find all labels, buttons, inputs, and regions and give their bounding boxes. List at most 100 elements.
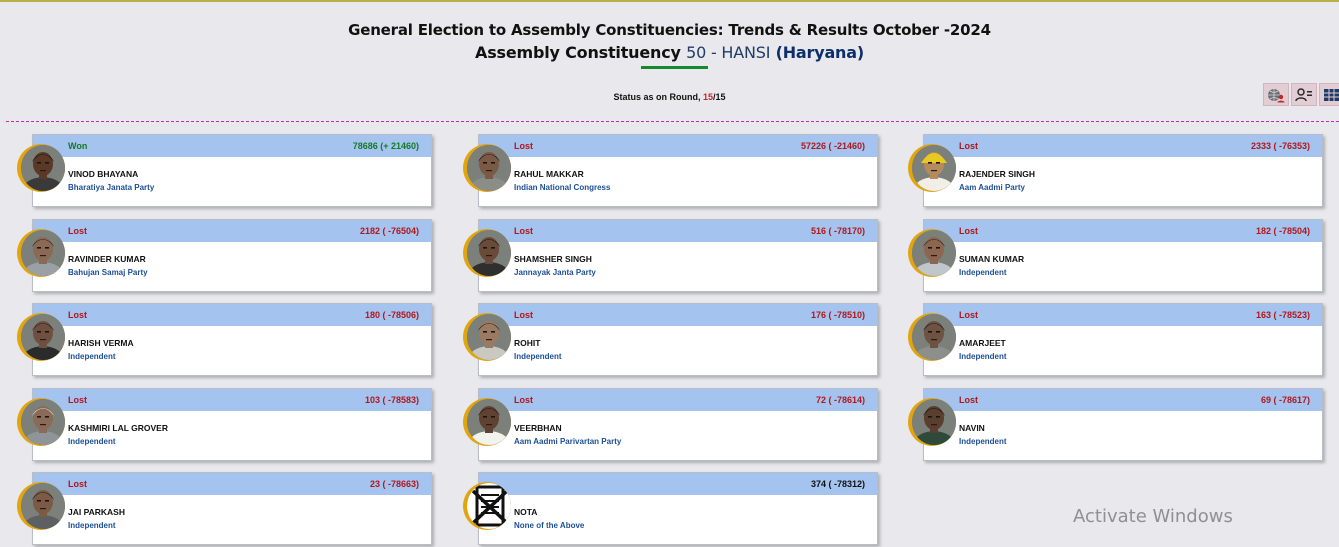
candidate-name: HARISH VERMA xyxy=(68,338,134,348)
result-status: Lost xyxy=(68,226,87,236)
result-status: Lost xyxy=(514,395,533,405)
constituency-separator: - xyxy=(706,43,722,62)
party-name: Independent xyxy=(68,437,116,446)
round-current: 15 xyxy=(703,92,714,102)
vote-count: 2333 ( -76353) xyxy=(1250,141,1310,151)
nota-card[interactable]: 374 ( -78312) NOTA None of the Above xyxy=(456,472,878,547)
candidate-card[interactable]: Won 78686 (+ 21460) VINOD BHAYANA Bharatiya… xyxy=(10,134,432,209)
candidate-name: AMARJEET xyxy=(959,338,1006,348)
windows-activation-watermark: Activate Windows xyxy=(1073,506,1233,527)
nota-ballot-icon xyxy=(467,483,511,529)
result-status: Lost xyxy=(68,310,87,320)
party-name: Independent xyxy=(959,437,1007,446)
user-list-button[interactable] xyxy=(1291,83,1317,106)
result-status: Won xyxy=(68,141,88,151)
candidate-card[interactable]: Lost 2182 ( -76504) RAVINDER KUMAR Bahujan … xyxy=(10,219,432,294)
party-name: Independent xyxy=(959,268,1007,277)
candidate-name: JAI PARKASH xyxy=(68,507,125,517)
candidate-card-body: Lost 103 ( -78583) KASHMIRI LAL GROVER Inde… xyxy=(32,388,432,461)
section-divider xyxy=(6,121,1339,122)
result-status: Lost xyxy=(514,226,533,236)
result-status: Lost xyxy=(959,141,978,151)
candidate-name: SHAMSHER SINGH xyxy=(514,254,592,264)
candidate-photo-frame xyxy=(467,230,511,276)
vote-count: 72 ( -78614) xyxy=(815,395,865,405)
result-status: Lost xyxy=(959,310,978,320)
candidate-card-body: Won 78686 (+ 21460) VINOD BHAYANA Bharatiya… xyxy=(32,134,432,207)
candidate-photo-frame xyxy=(912,145,956,191)
candidate-card-body: Lost 2182 ( -76504) RAVINDER KUMAR Bahujan … xyxy=(32,219,432,292)
candidate-photo-frame xyxy=(467,483,511,529)
candidate-card-body: Lost 69 ( -78617) NAVIN Independent xyxy=(923,388,1323,461)
candidate-avatar xyxy=(17,398,65,446)
candidate-card-body: Lost 23 ( -78663) JAI PARKASH Independent xyxy=(32,472,432,545)
vote-count: 180 ( -78506) xyxy=(364,310,419,320)
candidate-card[interactable]: Lost 103 ( -78583) KASHMIRI LAL GROVER Inde… xyxy=(10,388,432,463)
candidate-photo xyxy=(467,230,511,276)
candidate-card[interactable]: Lost 176 ( -78510) ROHIT Independent xyxy=(456,303,878,378)
candidate-card[interactable]: Lost 57226 ( -21460) RAHUL MAKKAR Indian Na… xyxy=(456,134,878,209)
party-name: Jannayak Janta Party xyxy=(514,268,596,277)
table-grid-icon xyxy=(1324,88,1339,101)
candidate-avatar xyxy=(908,398,956,446)
candidate-photo xyxy=(21,399,65,445)
result-status: Lost xyxy=(959,395,978,405)
top-accent-line xyxy=(0,0,1339,2)
vote-count: 2182 ( -76504) xyxy=(359,226,419,236)
party-name: Independent xyxy=(68,521,116,530)
candidate-name: NAVIN xyxy=(959,423,985,433)
candidate-photo-frame xyxy=(912,314,956,360)
party-name: Bahujan Samaj Party xyxy=(68,268,148,277)
candidate-photo-frame xyxy=(21,230,65,276)
heading-underline xyxy=(641,66,708,69)
table-grid-button[interactable] xyxy=(1319,83,1339,106)
party-name: None of the Above xyxy=(514,521,585,530)
candidate-card[interactable]: Lost 516 ( -78170) SHAMSHER SINGH Jannayak … xyxy=(456,219,878,294)
candidate-photo xyxy=(21,230,65,276)
candidate-photo xyxy=(912,230,956,276)
candidate-card[interactable]: Lost 69 ( -78617) NAVIN Independent xyxy=(901,388,1323,463)
candidate-photo-frame xyxy=(912,230,956,276)
candidate-photo-frame xyxy=(21,314,65,360)
candidate-card[interactable]: Lost 72 ( -78614) VEERBHAN Aam Aadmi Pariva… xyxy=(456,388,878,463)
user-list-icon xyxy=(1295,87,1312,101)
result-status: Lost xyxy=(68,395,87,405)
constituency-heading: Assembly Constituency 50 - HANSI (Haryan… xyxy=(0,43,1339,62)
vote-count: 57226 ( -21460) xyxy=(800,141,865,151)
candidate-avatar xyxy=(463,229,511,277)
candidate-photo-frame xyxy=(467,399,511,445)
result-status: Lost xyxy=(68,479,87,489)
result-status: Lost xyxy=(514,141,533,151)
candidate-avatar xyxy=(463,313,511,361)
candidate-name: VINOD BHAYANA xyxy=(68,169,139,179)
candidate-card[interactable]: Lost 182 ( -78504) SUMAN KUMAR Independent xyxy=(901,219,1323,294)
candidate-card[interactable]: Lost 180 ( -78506) HARISH VERMA Independent xyxy=(10,303,432,378)
party-name: Independent xyxy=(514,352,562,361)
candidate-photo-frame xyxy=(912,399,956,445)
candidate-photo xyxy=(912,399,956,445)
candidate-avatar xyxy=(908,229,956,277)
candidate-card-body: Lost 182 ( -78504) SUMAN KUMAR Independent xyxy=(923,219,1323,292)
candidate-avatar xyxy=(908,144,956,192)
round-status: Status as on Round, 15/15 xyxy=(0,92,1339,102)
candidate-photo xyxy=(21,145,65,191)
candidate-card[interactable]: Lost 23 ( -78663) JAI PARKASH Independent xyxy=(10,472,432,547)
candidate-name: SUMAN KUMAR xyxy=(959,254,1025,264)
candidate-name: RAHUL MAKKAR xyxy=(514,169,584,179)
candidate-card-body: Lost 180 ( -78506) HARISH VERMA Independent xyxy=(32,303,432,376)
candidate-card[interactable]: Lost 2333 ( -76353) RAJENDER SINGH Aam Aadm… xyxy=(901,134,1323,209)
globe-user-button[interactable] xyxy=(1263,83,1289,106)
party-name: Indian National Congress xyxy=(514,183,611,192)
candidate-avatar xyxy=(17,482,65,530)
constituency-prefix: Assembly Constituency xyxy=(475,43,681,62)
candidate-name: RAVINDER KUMAR xyxy=(68,254,146,264)
candidate-card-body: Lost 72 ( -78614) VEERBHAN Aam Aadmi Pariva… xyxy=(478,388,878,461)
candidate-photo-frame xyxy=(21,145,65,191)
candidate-card-body: Lost 516 ( -78170) SHAMSHER SINGH Jannayak … xyxy=(478,219,878,292)
candidate-card-body: Lost 176 ( -78510) ROHIT Independent xyxy=(478,303,878,376)
candidate-card[interactable]: Lost 163 ( -78523) AMARJEET Independent xyxy=(901,303,1323,378)
candidate-photo-frame xyxy=(21,483,65,529)
vote-count: 78686 (+ 21460) xyxy=(352,141,419,151)
candidate-avatar xyxy=(463,144,511,192)
candidate-avatar xyxy=(17,313,65,361)
